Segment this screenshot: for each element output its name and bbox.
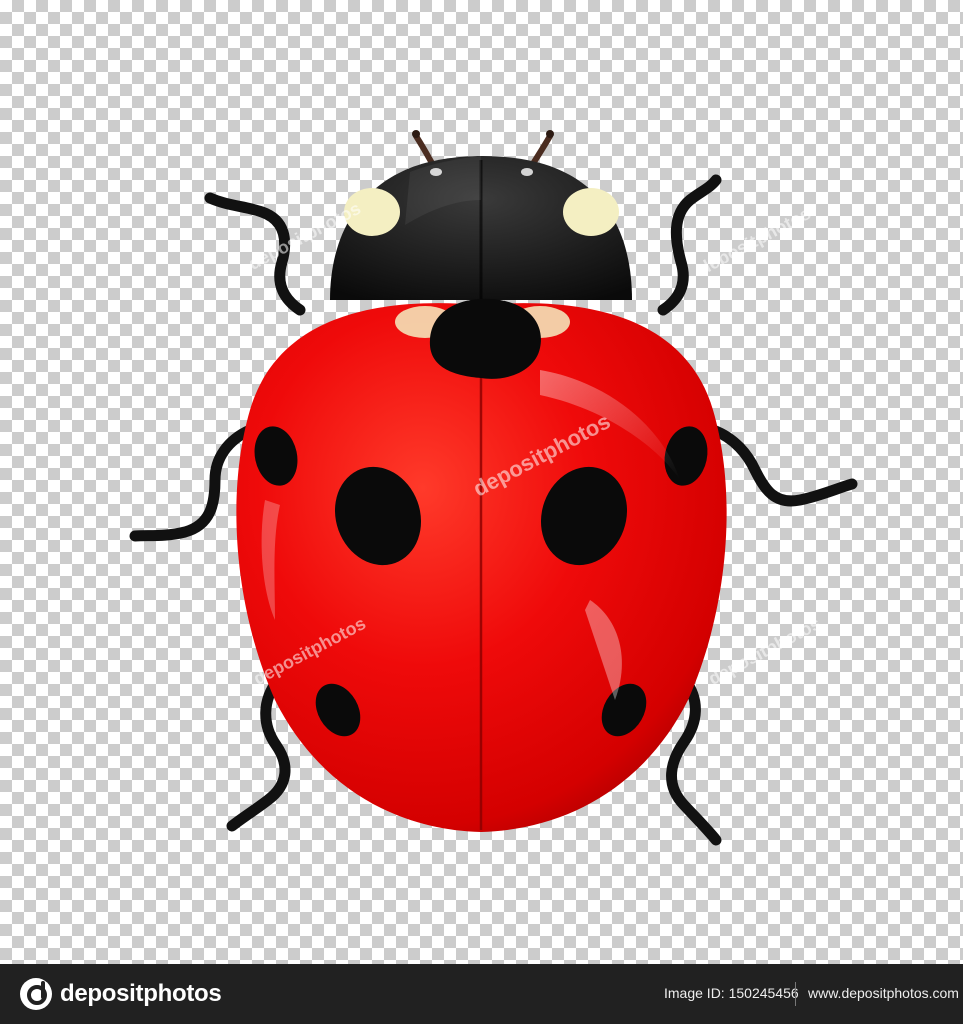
depositphotos-logo-icon [20,978,52,1010]
stock-footer-bar: depositphotos Image ID: 150245456 www.de… [0,964,963,1024]
ladybug-illustration [129,130,858,846]
center-spot [429,298,541,379]
transparent-checker-background: depositphotos depositphotos depositphoto… [0,0,963,964]
left-head-spot [344,188,400,236]
site-url-link[interactable]: www.depositphotos.com [808,985,959,1001]
image-id-label: Image ID: 150245456 [664,985,799,1001]
footer-divider [795,982,796,1006]
right-head-spot [563,188,619,236]
depositphotos-logo[interactable]: depositphotos [20,978,222,1010]
logo-text: depositphotos [60,980,222,1007]
